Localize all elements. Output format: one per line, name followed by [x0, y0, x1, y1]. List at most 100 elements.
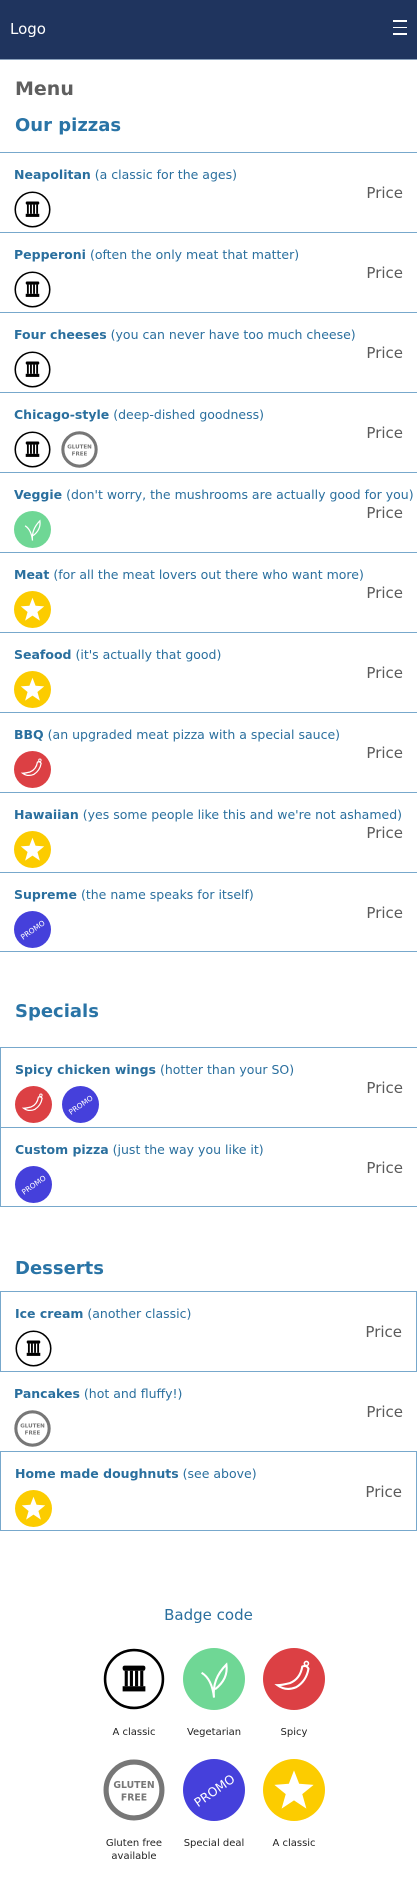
logo[interactable]: Logo: [10, 20, 46, 38]
menu-item[interactable]: BBQ (an upgraded meat pizza with a speci…: [0, 712, 417, 792]
item-name: Seafood: [14, 647, 72, 662]
menu-item[interactable]: Ice cream (another classic) Price: [0, 1291, 417, 1371]
item-description: (often the only meat that matter): [89, 247, 300, 262]
menu-item[interactable]: Veggie (don't worry, the mushrooms are a…: [0, 472, 417, 552]
section-title-specials: Specials: [15, 1001, 99, 1022]
classic-column-icon: [14, 431, 51, 472]
item-price: Price: [366, 584, 403, 602]
item-badges: [14, 271, 51, 312]
menu-item[interactable]: Home made doughnuts (see above) Price: [0, 1451, 417, 1531]
badge-code-title: Badge code: [164, 1606, 253, 1624]
badge-legend: A classic Vegetarian Spicy GLUTEN FREE Gluten…: [94, 1648, 344, 1863]
item-badges: PROMO: [15, 1086, 99, 1127]
classic-column-icon: [14, 351, 51, 392]
badge-legend-item: PROMO Special deal: [174, 1759, 254, 1863]
page-title: Menu: [15, 78, 74, 100]
classic-column-icon: [14, 271, 51, 312]
star-icon: [263, 1759, 325, 1825]
item-name: Chicago-style: [14, 407, 110, 422]
item-description: (hotter than your SO): [159, 1062, 295, 1077]
item-price: Price: [366, 264, 403, 282]
item-name-line: Ice cream (another classic): [15, 1306, 191, 1321]
item-badges: [14, 671, 51, 712]
item-name-line: Four cheeses (you can never have too muc…: [14, 327, 356, 342]
item-description: (don't worry, the mushrooms are actually…: [66, 487, 414, 502]
item-price: Price: [366, 824, 403, 842]
item-price: Price: [366, 504, 403, 522]
badge-label: Special deal: [183, 1838, 245, 1849]
menu-item[interactable]: Seafood (it's actually that good) Price: [0, 632, 417, 712]
badge-legend-item: A classic: [94, 1648, 174, 1739]
item-name-line: Hawaiian (yes some people like this and …: [14, 807, 402, 822]
menu-item[interactable]: Chicago-style (deep-dished goodness) GLUT…: [0, 392, 417, 472]
spicy-pepper-icon: [263, 1648, 325, 1714]
item-name-line: Spicy chicken wings (hotter than your SO…: [15, 1062, 294, 1077]
star-icon: [14, 831, 51, 872]
pizza-list: Neapolitan (a classic for the ages) Price…: [0, 152, 417, 952]
menu-item[interactable]: Pancakes (hot and fluffy!) GLUTEN FREE Pric…: [0, 1371, 417, 1451]
item-name-line: Home made doughnuts (see above): [15, 1466, 257, 1481]
badge-legend-item: Spicy: [254, 1648, 334, 1739]
promo-icon: PROMO: [15, 1166, 52, 1207]
item-price: Price: [366, 1403, 403, 1421]
item-name: Home made doughnuts: [15, 1466, 179, 1481]
item-name-line: Neapolitan (a classic for the ages): [14, 167, 237, 182]
menu-item[interactable]: Four cheeses (you can never have too muc…: [0, 312, 417, 392]
svg-text:FREE: FREE: [72, 452, 88, 458]
svg-text:FREE: FREE: [25, 1431, 41, 1437]
item-description: (a classic for the ages): [94, 167, 237, 182]
item-price: Price: [366, 184, 403, 202]
item-price: Price: [366, 344, 403, 362]
item-name-line: Supreme (the name speaks for itself): [14, 887, 254, 902]
item-name: Veggie: [14, 487, 63, 502]
spicy-pepper-icon: [15, 1086, 52, 1127]
svg-text:GLUTEN: GLUTEN: [67, 444, 92, 450]
badge-label: Gluten free available: [105, 1838, 163, 1862]
item-name-line: BBQ (an upgraded meat pizza with a speci…: [14, 727, 340, 742]
menu-item[interactable]: Spicy chicken wings (hotter than your SO…: [0, 1047, 417, 1127]
item-description: (it's actually that good): [75, 647, 222, 662]
vegetarian-leaf-icon: [183, 1648, 245, 1714]
gluten-free-icon: GLUTEN FREE: [103, 1759, 165, 1825]
item-name-line: Seafood (it's actually that good): [14, 647, 221, 662]
item-name: Pepperoni: [14, 247, 86, 262]
section-title-pizzas: Our pizzas: [15, 115, 122, 136]
menu-item[interactable]: Pepperoni (often the only meat that matt…: [0, 232, 417, 312]
item-badges: [14, 751, 51, 792]
header: Logo: [0, 0, 417, 60]
gluten-free-icon: GLUTEN FREE: [61, 431, 98, 472]
menu-item[interactable]: Meat (for all the meat lovers out there …: [0, 552, 417, 632]
item-badges: PROMO: [15, 1166, 52, 1207]
item-description: (just the way you like it): [112, 1142, 264, 1157]
badge-label: Vegetarian: [186, 1727, 242, 1738]
menu-item[interactable]: Hawaiian (yes some people like this and …: [0, 792, 417, 872]
menu-item[interactable]: Supreme (the name speaks for itself) PROM…: [0, 872, 417, 952]
classic-column-icon: [14, 191, 51, 232]
item-badges: GLUTEN FREE: [14, 431, 98, 472]
item-name-line: Veggie (don't worry, the mushrooms are a…: [14, 487, 414, 502]
item-badges: [14, 511, 51, 552]
promo-icon: PROMO: [183, 1759, 245, 1825]
item-name-line: Custom pizza (just the way you like it): [15, 1142, 264, 1157]
item-price: Price: [366, 904, 403, 922]
item-price: Price: [365, 1483, 402, 1501]
item-name-line: Pepperoni (often the only meat that matt…: [14, 247, 299, 262]
menu-item[interactable]: Neapolitan (a classic for the ages) Price: [0, 152, 417, 232]
item-badges: [14, 191, 51, 232]
badge-label: Spicy: [280, 1727, 308, 1738]
item-name: Pancakes: [14, 1386, 80, 1401]
svg-text:FREE: FREE: [121, 1792, 147, 1803]
item-badges: GLUTEN FREE: [14, 1410, 51, 1451]
hamburger-icon[interactable]: [393, 20, 407, 35]
item-badges: [15, 1490, 52, 1531]
menu-item[interactable]: Custom pizza (just the way you like it) P…: [0, 1127, 417, 1207]
star-icon: [14, 591, 51, 632]
item-name: Hawaiian: [14, 807, 79, 822]
item-name-line: Chicago-style (deep-dished goodness): [14, 407, 264, 422]
vegetarian-leaf-icon: [14, 511, 51, 552]
item-price: Price: [366, 424, 403, 442]
section-title-desserts: Desserts: [15, 1258, 104, 1279]
item-name: Ice cream: [15, 1306, 84, 1321]
item-badges: [15, 1330, 52, 1371]
star-icon: [15, 1490, 52, 1531]
